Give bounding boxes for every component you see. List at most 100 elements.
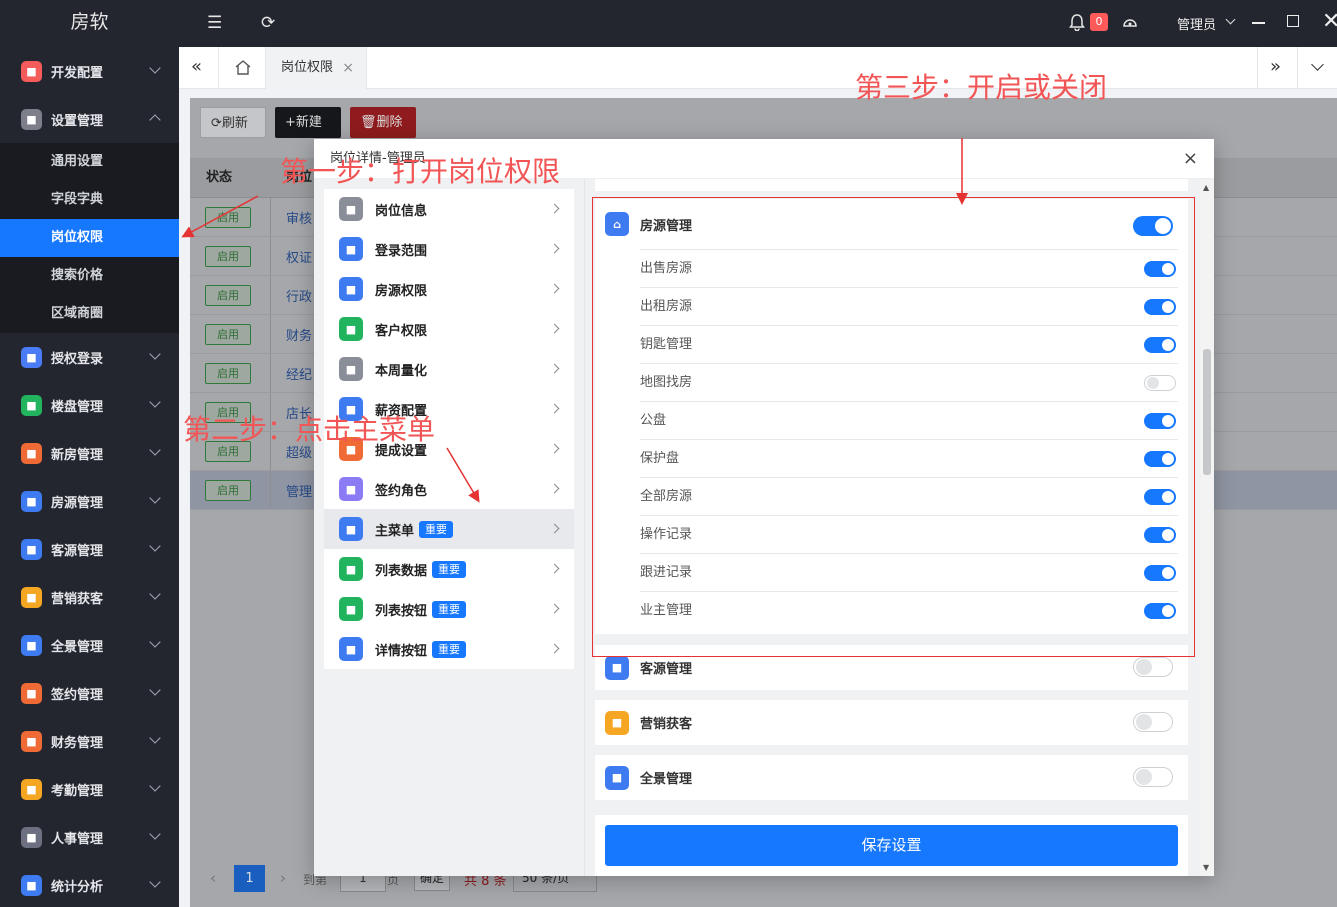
sidebar-item[interactable]: ■ 开发配置	[0, 47, 179, 95]
home-tab[interactable]	[219, 47, 266, 89]
next-page-icon[interactable]: ›	[280, 869, 286, 887]
page-current[interactable]: 1	[234, 865, 265, 892]
sidebar-item[interactable]: ■ 新房管理	[0, 429, 179, 477]
modal-nav-item[interactable]: ■ 详情按钮 重要	[324, 629, 574, 669]
column-divider	[270, 354, 271, 392]
modal-nav-item[interactable]: ■ 岗位信息	[324, 189, 574, 229]
status-badge: 启用	[205, 285, 251, 306]
chevron-right-icon	[549, 643, 560, 654]
status-badge: 启用	[205, 324, 251, 345]
marketing-icon: ■	[605, 710, 629, 735]
chevron-right-icon	[549, 403, 560, 414]
highlight-box	[592, 197, 1195, 657]
chevron-right-icon	[549, 523, 560, 534]
tab-close-icon[interactable]: ×	[342, 47, 354, 89]
module-toggle[interactable]	[1133, 712, 1173, 732]
user-menu[interactable]: 管理员	[1177, 14, 1216, 33]
sidebar-item[interactable]: ■ 客源管理	[0, 525, 179, 573]
tabs-scroll-right[interactable]: »	[1257, 47, 1297, 89]
submenu-item[interactable]: 区域商圈	[0, 295, 179, 333]
important-tag: 重要	[432, 640, 467, 658]
refresh-button[interactable]: ⟳刷新	[200, 107, 266, 138]
sidebar-item[interactable]: ■ 营销获客	[0, 573, 179, 621]
modal-close-icon[interactable]: ×	[1183, 139, 1198, 179]
modal-nav-item[interactable]: ■ 客户权限	[324, 309, 574, 349]
submenu-item[interactable]: 搜索价格	[0, 257, 179, 295]
tabs-bar: « 岗位权限 × »	[179, 47, 1337, 89]
new-house-icon: ■	[21, 442, 42, 464]
sidebar-item-label: 签约管理	[51, 687, 104, 703]
position-name-link[interactable]: 经纪	[286, 364, 312, 383]
chevron-right-icon	[549, 563, 560, 574]
chevron-down-icon	[149, 62, 161, 74]
sidebar-item[interactable]: ■ 楼盘管理	[0, 381, 179, 429]
bell-icon[interactable]	[1069, 14, 1085, 31]
chevron-right-icon	[549, 443, 560, 454]
chevron-down-icon	[149, 492, 161, 504]
modal-nav-item[interactable]: ■ 主菜单 重要	[324, 509, 574, 549]
column-divider	[270, 276, 271, 314]
module-toggle[interactable]	[1133, 657, 1173, 677]
column-divider	[270, 198, 271, 236]
modal-nav-item[interactable]: ■ 列表按钮 重要	[324, 589, 574, 629]
position-name-link[interactable]: 权证	[286, 247, 312, 266]
modal-nav-item[interactable]: ■ 房源权限	[324, 269, 574, 309]
module-title: 营销获客	[640, 717, 693, 732]
sidebar-item[interactable]: ■ 统计分析	[0, 861, 179, 907]
tab-position-permission[interactable]: 岗位权限 ×	[266, 47, 367, 89]
scroll-down-icon[interactable]: ▼	[1203, 863, 1209, 872]
pointer-icon: ■	[339, 637, 363, 661]
theme-icon[interactable]	[1122, 15, 1138, 31]
sidebar-item[interactable]: ■ 全景管理	[0, 621, 179, 669]
submenu-item[interactable]: 字段字典	[0, 181, 179, 219]
important-tag: 重要	[432, 560, 467, 578]
annotation-step1: 第一步：打开岗位权限	[280, 155, 561, 188]
submenu: 通用设置 字段字典 岗位权限 搜索价格 区域商圈	[0, 143, 179, 333]
annotation-step2: 第二步：点击主菜单	[183, 413, 436, 446]
window-close-icon[interactable]: ✕	[1322, 9, 1337, 34]
sidebar-item[interactable]: ■ 授权登录	[0, 333, 179, 381]
sidebar-item[interactable]: ■ 人事管理	[0, 813, 179, 861]
delete-button[interactable]: 🗑删除	[350, 107, 416, 138]
badge-icon: ■	[339, 197, 363, 221]
submenu-item[interactable]: 岗位权限	[0, 219, 179, 257]
sidebar: 房软 ■ 开发配置 ■ 设置管理 通用设置 字段字典 岗位权限 搜索价格 区域商圈 ■ 授权登录 ■ 楼…	[0, 0, 179, 907]
modal-nav-item[interactable]: ■ 登录范围	[324, 229, 574, 269]
save-settings-button[interactable]: 保存设置	[605, 825, 1178, 866]
scrollbar[interactable]: ▲ ▼	[1200, 179, 1214, 876]
tabs-scroll-left[interactable]: «	[179, 47, 219, 89]
refresh-icon[interactable]: ⟳	[261, 13, 275, 33]
position-name-link[interactable]: 审核	[286, 208, 312, 227]
position-name-link[interactable]: 行政	[286, 286, 312, 305]
customer-icon: ■	[339, 317, 363, 341]
scroll-thumb[interactable]	[1203, 349, 1211, 475]
position-name-link[interactable]: 财务	[286, 325, 312, 344]
modal-nav-label: 列表按钮	[375, 603, 428, 619]
prev-page-icon[interactable]: ‹	[210, 869, 216, 887]
new-button[interactable]: +新建	[275, 107, 341, 138]
sidebar-item-label: 考勤管理	[51, 783, 104, 799]
sidebar-item[interactable]: ■ 财务管理	[0, 717, 179, 765]
column-divider	[270, 237, 271, 275]
position-name-link[interactable]: 管理	[286, 481, 312, 500]
submenu-item[interactable]: 通用设置	[0, 143, 179, 181]
user-chevron-down-icon[interactable]	[1225, 14, 1236, 25]
role-icon: ■	[339, 477, 363, 501]
collapse-menu-icon[interactable]: ☰	[207, 13, 222, 33]
modal-nav-item[interactable]: ■ 列表数据 重要	[324, 549, 574, 589]
sidebar-item[interactable]: ■ 设置管理	[0, 95, 179, 143]
modal-nav-item[interactable]: ■ 本周量化	[324, 349, 574, 389]
minimize-icon[interactable]	[1252, 22, 1265, 24]
maximize-icon[interactable]	[1287, 15, 1299, 27]
sidebar-item[interactable]: ■ 签约管理	[0, 669, 179, 717]
customer-icon: ■	[605, 655, 629, 680]
vr-icon: ■	[21, 634, 42, 656]
scroll-up-icon[interactable]: ▲	[1203, 183, 1209, 192]
sidebar-item[interactable]: ■ 考勤管理	[0, 765, 179, 813]
tabs-dropdown[interactable]	[1297, 47, 1337, 89]
module-toggle[interactable]	[1133, 767, 1173, 787]
sidebar-item[interactable]: ■ 房源管理	[0, 477, 179, 525]
chevron-right-icon	[549, 323, 560, 334]
modal-nav-item[interactable]: ■ 签约角色	[324, 469, 574, 509]
sidebar-item-label: 人事管理	[51, 831, 104, 847]
